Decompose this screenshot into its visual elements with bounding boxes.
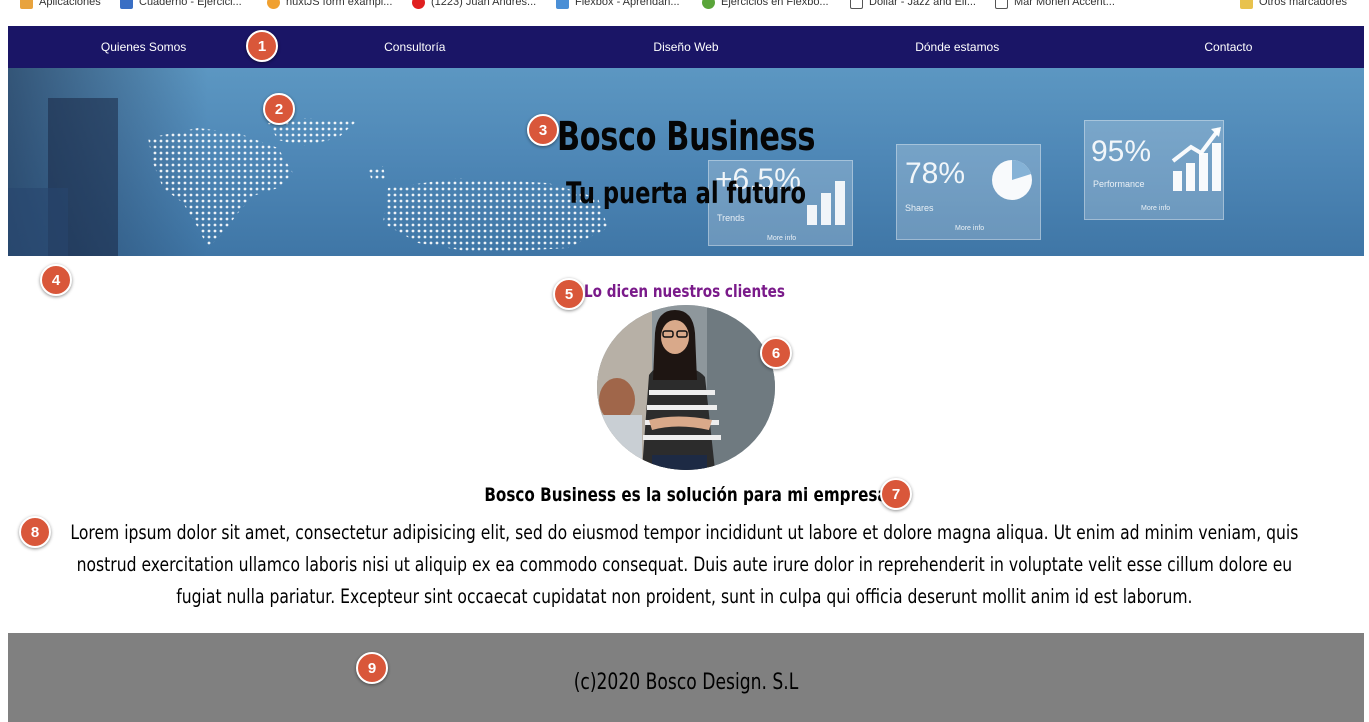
annotation-marker-9: 9 [356,652,388,684]
bookmark-flexbox[interactable]: Flexbox - Aprendan... [556,0,680,9]
bookmark-nuxtjs[interactable]: nuxtJS form exampl... [267,0,392,9]
leaf-icon [702,0,715,9]
testimonials-heading: Lo dicen nuestros clientes [583,282,786,302]
hero-building-image-2 [8,188,68,256]
annotation-marker-6: 6 [760,337,792,369]
youtube-icon [412,0,425,9]
bookmark-cuaderno[interactable]: Cuaderno - Ejercici... [120,0,242,9]
footer-copyright: (c)2020 Bosco Design. S.L [573,670,799,695]
bookmark-dollar[interactable]: Dollar - Jazz and Ell... [850,0,976,9]
nav-donde-estamos[interactable]: Dónde estamos [822,26,1093,68]
g-icon [850,0,863,9]
annotation-marker-5: 5 [553,278,585,310]
bookmark-youtube[interactable]: (1223) Juan Andrés... [412,0,536,9]
bookmark-apps[interactable]: Aplicaciones [20,0,101,9]
annotation-marker-3: 3 [527,114,559,146]
annotation-marker-4: 4 [40,264,72,296]
stat-card-label: Trends [717,213,745,223]
testimonial-title: Bosco Business es la solución para mi em… [484,484,888,506]
hero-subtitle: Tu puerta al futuro [565,176,807,210]
stat-card-more-link: More info [955,225,985,232]
main-navbar: Quienes Somos Consultoría Diseño Web Dón… [8,26,1364,68]
nav-diseno-web[interactable]: Diseño Web [550,26,821,68]
doc-icon [995,0,1008,9]
nav-consultoria[interactable]: Consultoría [279,26,550,68]
client-photo-image [597,305,775,470]
page-footer: (c)2020 Bosco Design. S.L [8,633,1364,722]
annotation-marker-1: 1 [246,30,278,62]
bookmark-orange-icon [267,0,280,9]
nav-quienes-somos[interactable]: Quienes Somos [8,26,279,68]
annotation-marker-8: 8 [19,516,51,548]
hero-banner: +6.5% Trends More info 78% Shares More i… [8,68,1364,256]
nav-contacto[interactable]: Contacto [1093,26,1364,68]
apps-grid-icon [20,0,33,9]
bookmark-mar[interactable]: Mar Monen Accent... [995,0,1115,9]
bookmark-otros[interactable]: Otros marcadores [1240,0,1347,9]
folder-icon [1240,0,1253,9]
hero-title: Bosco Business [556,114,816,160]
client-avatar [597,305,775,470]
bookmark-ejercicios[interactable]: Ejercicios en Flexbo... [702,0,829,9]
annotation-marker-7: 7 [880,478,912,510]
notebook-icon [120,0,133,9]
page-icon [556,0,569,9]
stat-card-more-link: More info [767,235,797,242]
testimonial-body: Lorem ipsum dolor sit amet, consectetur … [70,521,1299,608]
annotation-marker-2: 2 [263,93,295,125]
bookmarks-bar: Aplicaciones Cuaderno - Ejercici... nuxt… [0,0,1369,26]
